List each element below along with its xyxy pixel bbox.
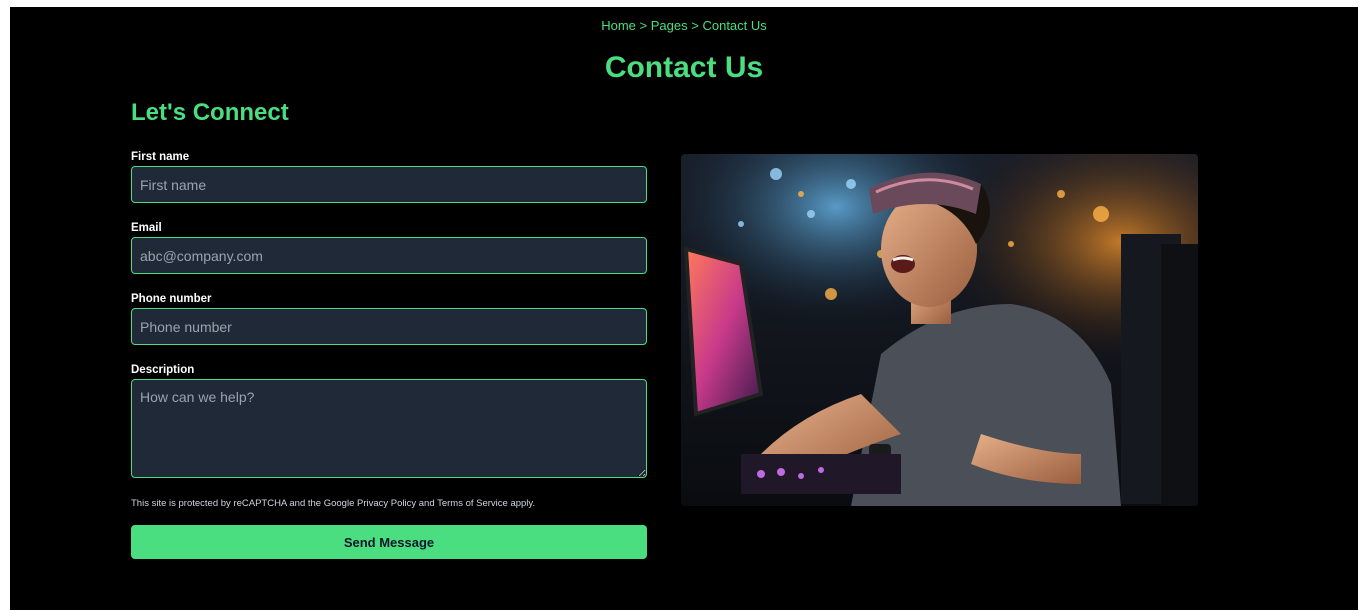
breadcrumb-home-link[interactable]: Home	[601, 18, 636, 33]
recaptcha-note: This site is protected by reCAPTCHA and …	[131, 498, 536, 509]
first-name-input[interactable]	[131, 166, 647, 203]
breadcrumb: Home > Pages > Contact Us	[10, 18, 1358, 33]
send-message-button[interactable]: Send Message	[131, 525, 647, 559]
email-label: Email	[131, 222, 162, 234]
page-title: Contact Us	[604, 51, 764, 84]
gamer-photo	[681, 154, 1198, 506]
contact-page: Home > Pages > Contact Us Contact Us Let…	[10, 7, 1358, 610]
description-textarea[interactable]	[131, 379, 647, 478]
description-label: Description	[131, 364, 195, 376]
breadcrumb-pages-link[interactable]: Pages	[651, 18, 688, 33]
email-input[interactable]	[131, 237, 647, 274]
breadcrumb-current: Contact Us	[702, 18, 767, 33]
breadcrumb-separator: >	[639, 18, 648, 33]
phone-label: Phone number	[131, 293, 212, 305]
breadcrumb-separator: >	[691, 18, 699, 33]
section-title: Let's Connect	[131, 99, 289, 126]
contact-form: First name Email Phone number Descriptio…	[131, 150, 647, 559]
hero-image	[681, 154, 1198, 506]
first-name-label: First name	[131, 151, 190, 163]
phone-input[interactable]	[131, 308, 647, 345]
